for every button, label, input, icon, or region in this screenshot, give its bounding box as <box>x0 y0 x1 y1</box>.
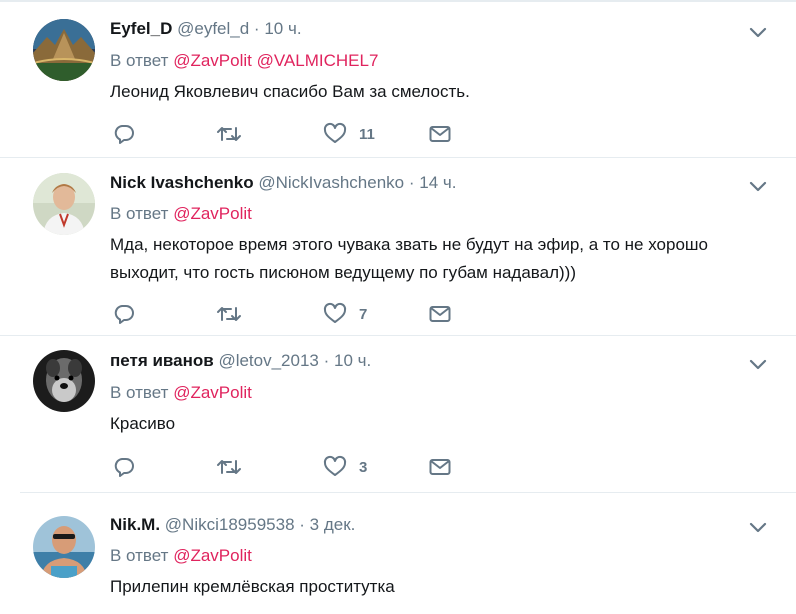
display-name[interactable]: Nik.M. <box>110 515 160 534</box>
envelope-icon <box>429 126 451 142</box>
reply-button[interactable] <box>112 302 136 326</box>
avatar[interactable] <box>33 173 95 235</box>
reply-prefix: В ответ <box>110 546 169 565</box>
direct-message-button[interactable] <box>428 455 452 479</box>
tweet-header: Nick Ivashchenko @NickIvashchenko · 14 ч… <box>110 173 456 193</box>
chevron-down-icon[interactable] <box>748 179 768 193</box>
reply-button[interactable] <box>112 455 136 479</box>
avatar[interactable] <box>33 19 95 81</box>
envelope-icon <box>429 459 451 475</box>
like-count: 11 <box>359 125 375 143</box>
avatar[interactable] <box>33 516 95 578</box>
username-handle[interactable]: @letov_2013 <box>218 351 318 370</box>
reply-context: В ответ @ZavPolit <box>110 204 252 224</box>
chevron-down-icon[interactable] <box>748 25 768 39</box>
timestamp[interactable]: 10 ч. <box>264 19 301 38</box>
tweet-text: Леонид Яковлевич спасибо Вам за смелость… <box>110 82 470 101</box>
reply-icon <box>114 458 134 477</box>
reply-icon <box>114 305 134 324</box>
mention-link[interactable]: @ZavPolit <box>173 383 252 402</box>
mention-link[interactable]: @VALMICHEL7 <box>257 51 379 70</box>
reply-context: В ответ @ZavPolit <box>110 383 252 403</box>
reply-context: В ответ @ZavPolit @VALMICHEL7 <box>110 51 378 71</box>
direct-message-button[interactable] <box>428 302 452 326</box>
separator-dot: · <box>323 351 330 370</box>
tweet-text: Красиво <box>110 414 176 433</box>
reply-icon <box>114 125 134 144</box>
tweet-actions: 7 <box>110 302 510 326</box>
like-button[interactable]: 7 <box>323 302 367 326</box>
tweet-actions: 3 <box>110 455 510 479</box>
tweet-text-line: Мда, некоторое время этого чувака звать … <box>110 235 709 254</box>
heart-icon <box>323 122 347 143</box>
retweet-icon <box>217 460 241 474</box>
tweet-text: Мда, некоторое время этого чувака звать … <box>110 231 770 287</box>
timestamp[interactable]: 3 дек. <box>310 515 356 534</box>
separator-dot: · <box>408 173 415 192</box>
mention-link[interactable]: @ZavPolit <box>173 546 252 565</box>
tweet[interactable]: Eyfel_D @eyfel_d · 10 ч. В ответ @ZavPol… <box>0 0 796 157</box>
reply-prefix: В ответ <box>110 51 169 70</box>
like-button[interactable]: 11 <box>323 122 375 146</box>
retweet-button[interactable] <box>216 302 242 326</box>
reply-prefix: В ответ <box>110 383 169 402</box>
retweet-icon <box>217 127 241 141</box>
tweet[interactable]: петя иванов @letov_2013 · 10 ч. В ответ … <box>0 336 796 492</box>
tweet-text-line: выходит, что гость писюном ведущему по г… <box>110 263 576 282</box>
mention-link[interactable]: @ZavPolit <box>173 51 252 70</box>
username-handle[interactable]: @NickIvashchenko <box>258 173 404 192</box>
display-name[interactable]: Eyfel_D <box>110 19 172 38</box>
reply-button[interactable] <box>112 122 136 146</box>
direct-message-button[interactable] <box>428 122 452 146</box>
retweet-button[interactable] <box>216 455 242 479</box>
tweet-actions: 11 <box>110 122 510 146</box>
tweet-header: Nik.M. @Nikci18959538 · 3 дек. <box>110 515 355 535</box>
tweet-header: петя иванов @letov_2013 · 10 ч. <box>110 351 371 371</box>
envelope-icon <box>429 306 451 322</box>
avatar[interactable] <box>33 350 95 412</box>
separator-dot: · <box>253 19 260 38</box>
reply-prefix: В ответ <box>110 204 169 223</box>
display-name[interactable]: петя иванов <box>110 351 214 370</box>
tweet[interactable]: Nik.M. @Nikci18959538 · 3 дек. В ответ @… <box>0 493 796 614</box>
like-button[interactable]: 3 <box>323 455 367 479</box>
separator-dot: · <box>299 515 305 534</box>
heart-icon <box>323 455 347 476</box>
retweet-icon <box>217 307 241 321</box>
tweet-text: Прилепин кремлёвская проститутка <box>110 577 395 596</box>
reply-context: В ответ @ZavPolit <box>110 546 252 566</box>
display-name[interactable]: Nick Ivashchenko <box>110 173 254 192</box>
tweet-header: Eyfel_D @eyfel_d · 10 ч. <box>110 19 302 39</box>
timestamp[interactable]: 10 ч. <box>334 351 371 370</box>
mention-link[interactable]: @ZavPolit <box>173 204 252 223</box>
username-handle[interactable]: @eyfel_d <box>177 19 249 38</box>
chevron-down-icon[interactable] <box>748 520 768 534</box>
like-count: 7 <box>359 305 368 323</box>
heart-icon <box>323 302 347 323</box>
timestamp[interactable]: 14 ч. <box>419 173 456 192</box>
username-handle[interactable]: @Nikci18959538 <box>165 515 295 534</box>
like-count: 3 <box>359 458 368 476</box>
chevron-down-icon[interactable] <box>748 357 768 371</box>
tweet[interactable]: Nick Ivashchenko @NickIvashchenko · 14 ч… <box>0 158 796 335</box>
retweet-button[interactable] <box>216 122 242 146</box>
